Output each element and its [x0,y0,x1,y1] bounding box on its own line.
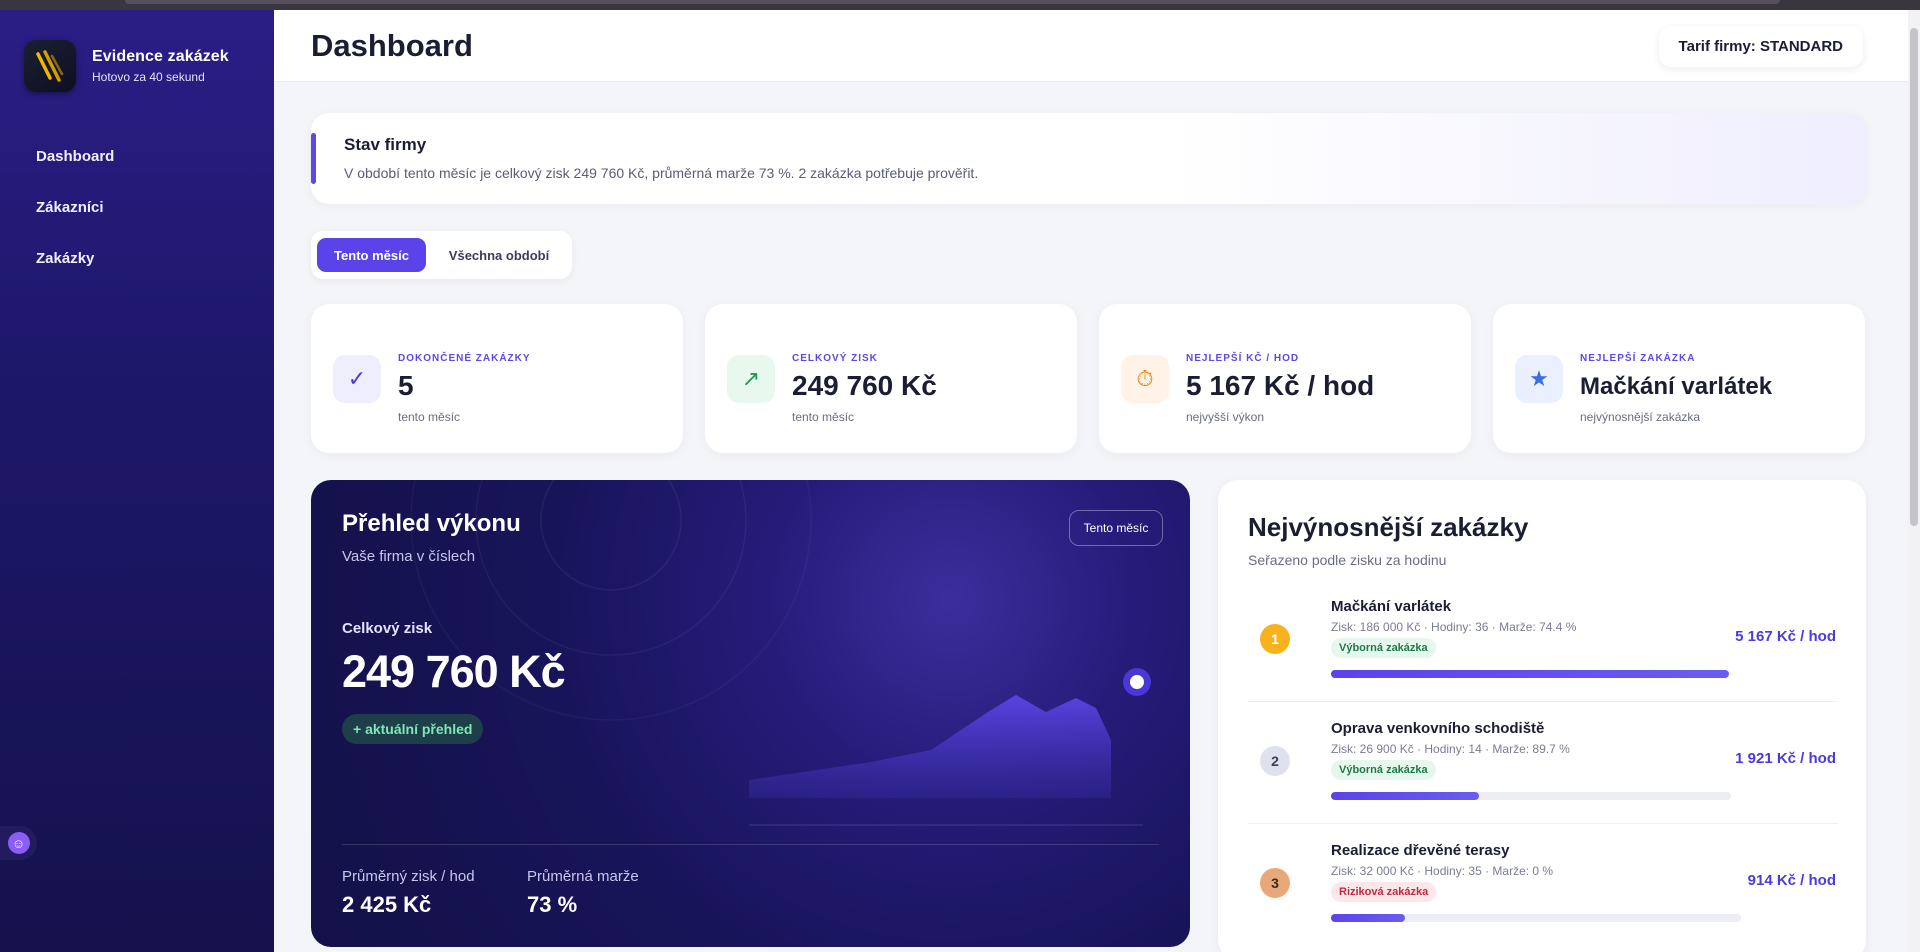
kpi-card-profit: ↗ CELKOVÝ ZISK 249 760 Kč tento měsíc [705,304,1077,453]
chat-face-icon: ☺ [7,832,30,854]
sidebar-item-dashboard[interactable]: Dashboard [36,148,114,199]
period-all-button[interactable]: Všechna období [431,238,567,272]
performance-subtitle: Vaše firma v číslech [342,548,476,565]
kpi-card-completed: ✓ DOKONČENÉ ZAKÁZKY 5 tento měsíc [311,304,683,453]
job-tag: Riziková zakázka [1331,882,1437,902]
sidebar-item-orders[interactable]: Zakázky [36,250,114,301]
profit-value: 249 760 Kč [342,646,566,697]
job-rate: 5 167 Kč / hod [1735,628,1836,645]
progress-track [1331,670,1729,678]
list-item[interactable]: 1 Mačkání varlátek Zisk: 186 000 Kč · Ho… [1248,590,1838,702]
performance-period-button[interactable]: Tento měsíc [1069,510,1163,546]
chart-marker-dot [1130,675,1144,689]
list-item[interactable]: 3 Realizace dřevěné terasy Zisk: 32 000 … [1248,834,1838,946]
area-series [749,695,1111,798]
status-title: Stav firmy [344,135,427,154]
kpi-card-best-job: ★ NEJLEPŠÍ ZAKÁZKA Mačkání varlátek nejv… [1493,304,1865,453]
performance-title: Přehled výkonu [342,510,521,537]
status-accent-bar [311,133,316,184]
avg-margin-value: 73 % [527,892,578,917]
top-jobs-title: Nejvýnosnější zakázky [1248,512,1529,542]
job-meta: Zisk: 26 900 Kč · Hodiny: 14 · Marže: 89… [1331,742,1570,756]
job-name: Oprava venkovního schodiště [1331,720,1545,737]
page-header: Dashboard Tarif firmy: STANDARD [274,10,1908,82]
profit-label: Celkový zisk [342,620,433,637]
status-text: V období tento měsíc je celkový zisk 249… [344,165,979,181]
rank-badge: 2 [1260,746,1290,776]
brand-title: Evidence zakázek [92,48,229,65]
brand[interactable]: Evidence zakázek Hotovo za 40 sekund [24,40,229,92]
avg-margin-label: Průměrná marže [527,868,639,885]
progress-fill [1331,914,1405,922]
job-tag: Výborná zakázka [1331,638,1436,658]
avg-profit-label: Průměrný zisk / hod [342,868,475,885]
brand-subtitle: Hotovo za 40 sekund [92,70,205,84]
kpi-value: 249 760 Kč [792,370,937,401]
kpi-label: DOKONČENÉ ZAKÁZKY [398,353,531,364]
kpi-sub: tento měsíc [398,410,461,424]
job-meta: Zisk: 186 000 Kč · Hodiny: 36 · Marže: 7… [1331,620,1577,634]
browser-address-pill [125,0,1780,4]
overview-badge: + aktuální přehled [342,714,484,744]
kpi-value: 5 [398,370,414,401]
kpi-sub: tento měsíc [792,410,855,424]
top-jobs-panel: Nejvýnosnější zakázky Seřazeno podle zis… [1218,480,1866,952]
job-meta: Zisk: 32 000 Kč · Hodiny: 35 · Marže: 0 … [1331,864,1554,878]
check-icon: ✓ [333,355,381,403]
job-rate: 1 921 Kč / hod [1735,750,1836,767]
list-item[interactable]: 2 Oprava venkovního schodiště Zisk: 26 9… [1248,712,1838,824]
job-rate: 914 Kč / hod [1747,872,1836,889]
progress-fill [1331,670,1729,678]
browser-top-bar [0,0,1920,10]
page-scrollbar[interactable] [1908,10,1920,952]
rank-badge: 3 [1260,868,1290,898]
star-icon: ★ [1515,355,1563,403]
rank-badge: 1 [1260,624,1290,654]
trend-up-icon: ↗ [727,355,775,403]
avg-profit-value: 2 425 Kč [342,892,432,917]
progress-fill [1331,792,1479,800]
kpi-label: CELKOVÝ ZISK [792,353,878,364]
main-content: Dashboard Tarif firmy: STANDARD Stav fir… [274,10,1908,952]
scrollbar-thumb[interactable] [1910,28,1918,526]
sidebar-nav: Dashboard Zákazníci Zakázky [36,148,114,301]
period-this-month-button[interactable]: Tento měsíc [317,238,426,272]
page-title: Dashboard [311,28,473,63]
kpi-value: 5 167 Kč / hod [1186,370,1375,401]
tarif-badge: Tarif firmy: STANDARD [1658,26,1863,67]
company-status-panel: Stav firmy V období tento měsíc je celko… [311,113,1866,204]
performance-panel: Přehled výkonu Vaše firma v číslech Tent… [311,480,1190,947]
chat-widget-button[interactable]: ☺ [0,826,37,860]
kpi-sub: nejvýnosnější zakázka [1580,410,1701,424]
sidebar-item-customers[interactable]: Zákazníci [36,199,114,250]
kpi-label: NEJLEPŠÍ KČ / HOD [1186,353,1300,364]
job-name: Realizace dřevěné terasy [1331,842,1510,859]
period-switch: Tento měsíc Všechna období [311,231,572,279]
sidebar: Evidence zakázek Hotovo za 40 sekund Das… [0,10,274,952]
kpi-sub: nejvyšší výkon [1186,410,1265,424]
app-logo-icon [24,40,76,92]
top-jobs-subtitle: Seřazeno podle zisku za hodinu [1248,552,1447,568]
job-tag: Výborná zakázka [1331,760,1436,780]
stopwatch-icon: ⏱ [1121,355,1169,403]
performance-divider [342,844,1159,845]
job-name: Mačkání varlátek [1331,598,1452,615]
progress-track [1331,914,1741,922]
kpi-card-best-rate: ⏱ NEJLEPŠÍ KČ / HOD 5 167 Kč / hod nejvy… [1099,304,1471,453]
progress-track [1331,792,1731,800]
kpi-label: NEJLEPŠÍ ZAKÁZKA [1580,353,1696,364]
kpi-value: Mačkání varlátek [1580,373,1773,400]
